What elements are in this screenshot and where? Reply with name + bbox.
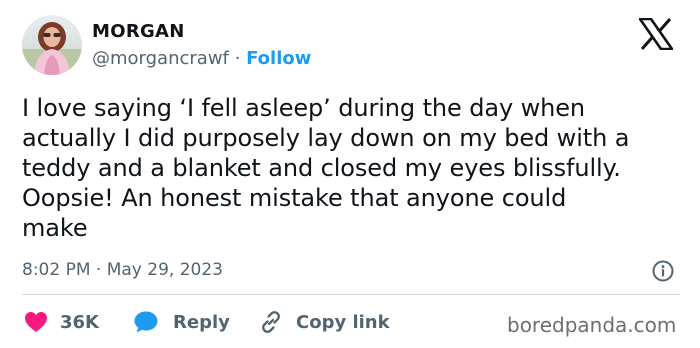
tweet-line: teddy and a blanket and closed my eyes b… [22, 154, 621, 182]
copy-link-button[interactable]: Copy link [258, 307, 390, 337]
heart-icon [25, 312, 47, 332]
tweet-line: make [22, 214, 88, 242]
tweet-card: MORGAN @morgancrawf · Follow I love sayi… [0, 0, 700, 348]
separator: · [234, 48, 241, 69]
copy-link-label: Copy link [296, 311, 390, 333]
like-button[interactable]: 36K [24, 307, 99, 337]
speech-bubble-icon [134, 311, 158, 333]
link-icon [262, 311, 280, 333]
tweet-timestamp[interactable]: 8:02 PM · May 29, 2023 [22, 258, 223, 282]
x-logo-icon[interactable] [637, 17, 675, 51]
follow-button[interactable]: Follow [246, 48, 311, 69]
display-name[interactable]: MORGAN [92, 20, 185, 44]
handle-line: @morgancrawf · Follow [92, 47, 311, 71]
tweet-text: I love saying ‘I fell asleep’ during the… [22, 93, 682, 243]
avatar-image [22, 15, 82, 75]
tweet-line: actually I did purposely lay down on my … [22, 124, 630, 152]
like-count: 36K [60, 311, 99, 333]
watermark: boredpanda.com [507, 313, 677, 337]
info-icon[interactable] [651, 259, 675, 283]
tweet-line: I love saying ‘I fell asleep’ during the… [22, 94, 585, 122]
avatar[interactable] [22, 15, 82, 75]
tweet-line: Oopsie! An honest mistake that anyone co… [22, 184, 567, 212]
reply-label: Reply [173, 311, 230, 333]
divider [22, 294, 680, 295]
reply-button[interactable]: Reply [133, 307, 230, 337]
user-handle[interactable]: @morgancrawf [92, 48, 229, 69]
